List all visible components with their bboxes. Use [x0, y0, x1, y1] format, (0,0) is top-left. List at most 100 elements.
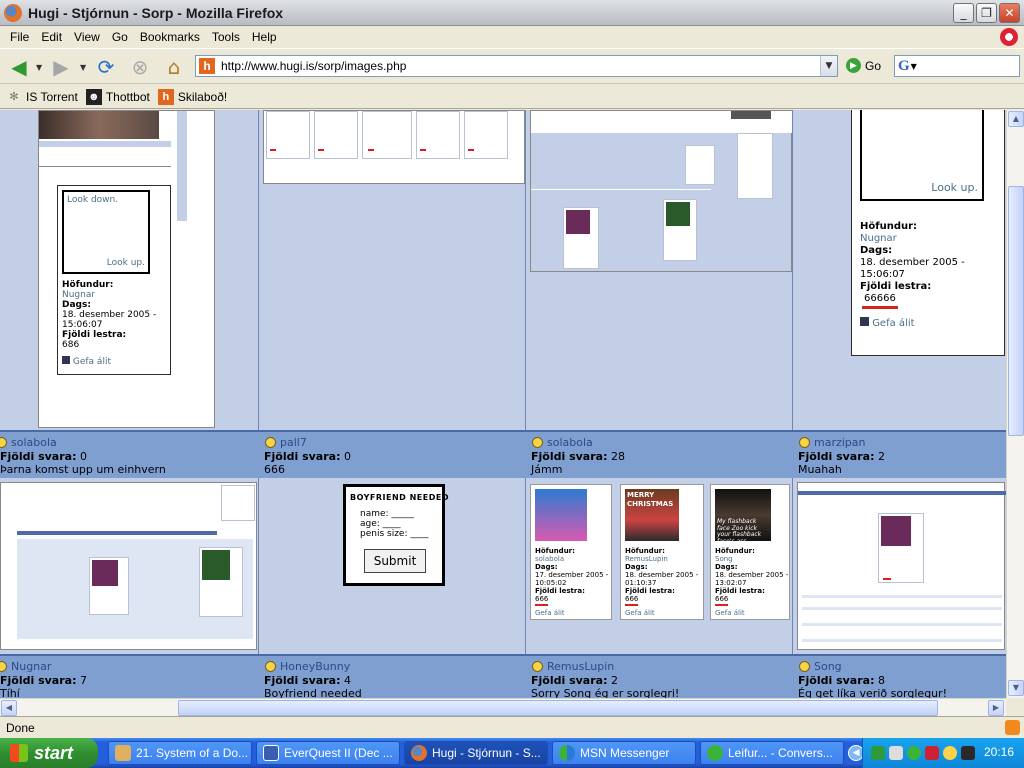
post-author[interactable]: Song: [814, 660, 842, 673]
torrent-icon: ✻: [9, 90, 19, 103]
santa-image: [535, 489, 587, 541]
user-smiley-icon: [799, 661, 810, 672]
menu-edit[interactable]: Edit: [35, 30, 68, 44]
menu-help[interactable]: Help: [246, 30, 283, 44]
messenger-status-icon[interactable]: [943, 746, 957, 760]
post-info-strip: marzipan Fjöldi svara: 2 Muahah: [793, 430, 1006, 478]
image-card: Look down. Look up. Höfundur: Nugnar Dag…: [57, 185, 171, 375]
menu-bookmarks[interactable]: Bookmarks: [134, 30, 206, 44]
taskbar-item-firefox[interactable]: Hugi - Stjórnun - S...: [404, 741, 548, 765]
post-title[interactable]: Ég get líka verið sorglegur!: [798, 687, 947, 698]
display-icon[interactable]: [961, 746, 975, 760]
close-button[interactable]: ✕: [999, 3, 1020, 23]
reload-button[interactable]: ⟳: [92, 54, 120, 80]
post-info-strip: HoneyBunny Fjöldi svara: 4 Boyfriend nee…: [259, 654, 526, 698]
post-title[interactable]: Tíhí: [0, 687, 20, 698]
horizontal-scrollbar[interactable]: ◀ ▶: [0, 698, 1006, 716]
submit-image-button: Submit: [364, 549, 426, 573]
msn-tray-icon[interactable]: [907, 746, 921, 760]
image-cell-1[interactable]: Look down. Look up. Höfundur: Nugnar Dag…: [0, 110, 259, 430]
scroll-left-icon[interactable]: ◀: [1, 700, 17, 716]
windows-flag-icon: [10, 744, 28, 762]
screenshot-thumbnail: Höfundur: solabola Dags: 17. desember 20…: [530, 484, 792, 626]
google-search-icon[interactable]: G: [898, 58, 910, 75]
back-history-dropdown-icon[interactable]: ▼: [36, 63, 42, 72]
post-title[interactable]: Þarna komst upp um einhvern: [0, 463, 166, 476]
forward-history-dropdown-icon[interactable]: ▼: [80, 63, 86, 72]
url-text[interactable]: http://www.hugi.is/sorp/images.php: [221, 59, 820, 73]
start-button[interactable]: start: [0, 738, 98, 768]
post-author[interactable]: solabola: [11, 436, 57, 449]
post-author[interactable]: pall7: [280, 436, 307, 449]
taskbar-item-conversation[interactable]: Leifur... - Convers...: [700, 741, 844, 765]
taskbar-item-msn[interactable]: MSN Messenger: [552, 741, 696, 765]
post-title[interactable]: Sorry Song ég er sorglegri!: [531, 687, 679, 698]
author-link[interactable]: Nugnar: [860, 233, 897, 246]
comment-link[interactable]: Gefa álit: [860, 317, 915, 331]
user-smiley-icon: [532, 661, 543, 672]
go-arrow-icon: ▶: [846, 58, 861, 73]
user-smiley-icon: [265, 661, 276, 672]
firefox-icon: [411, 745, 427, 761]
stop-button[interactable]: ⊗: [126, 54, 154, 80]
bookmark-thottbot[interactable]: ☻ Thottbot: [85, 88, 150, 105]
screenshot-thumbnail: Look down. Look up. Höfundur: Nugnar Dag…: [38, 110, 215, 428]
stop-icon: ⊗: [131, 55, 149, 79]
image-cell-7[interactable]: Höfundur: solabola Dags: 17. desember 20…: [526, 478, 793, 654]
rss-feed-icon[interactable]: [1005, 720, 1020, 735]
comment-link[interactable]: Gefa álit: [62, 356, 111, 368]
image-cell-6[interactable]: BOYFRIEND NEEDED name: _____ age: ____ p…: [259, 478, 526, 654]
post-info-strip: RemusLupin Fjöldi svara: 2 Sorry Song ég…: [526, 654, 793, 698]
image-cell-8[interactable]: [793, 478, 1006, 654]
post-title[interactable]: Boyfriend needed: [264, 687, 362, 698]
maximize-button[interactable]: ❐: [976, 3, 997, 23]
search-input[interactable]: G ▼: [894, 55, 1020, 77]
post-author[interactable]: Nugnar: [11, 660, 51, 673]
image-cell-3[interactable]: [526, 110, 793, 430]
firefox-logo-icon: [4, 3, 22, 22]
look-down-image: Look down. Look up.: [62, 190, 150, 274]
user-smiley-icon: [0, 437, 7, 448]
back-button[interactable]: ◀: [4, 54, 34, 80]
image-card: MERRY CHRISTMAS Höfundur: RemusLupin Dag…: [620, 484, 704, 620]
menu-tools[interactable]: Tools: [206, 30, 246, 44]
volume-icon[interactable]: [889, 746, 903, 760]
menu-view[interactable]: View: [68, 30, 106, 44]
bookmark-is-torrent[interactable]: ✻ IS Torrent: [6, 89, 77, 105]
antivirus-icon[interactable]: [925, 746, 939, 760]
scroll-down-icon[interactable]: ▼: [1008, 680, 1024, 696]
url-bar[interactable]: h http://www.hugi.is/sorp/images.php ▼: [195, 55, 838, 77]
bookmark-skilabod[interactable]: h Skilaboð!: [157, 88, 227, 105]
vertical-scroll-thumb[interactable]: [1008, 186, 1024, 436]
menu-go[interactable]: Go: [106, 30, 134, 44]
scroll-up-icon[interactable]: ▲: [1008, 111, 1024, 127]
post-author[interactable]: marzipan: [814, 436, 866, 449]
url-dropdown-icon[interactable]: ▼: [820, 56, 837, 76]
go-button[interactable]: ▶ Go: [846, 58, 881, 73]
read-count: 66666: [862, 293, 898, 309]
post-author[interactable]: solabola: [547, 436, 593, 449]
image-card: My flashback face Zoo kick your flashbac…: [710, 484, 790, 620]
post-title[interactable]: 666: [264, 463, 285, 476]
vertical-scrollbar[interactable]: ▲ ▼: [1006, 110, 1024, 698]
post-info-strip: solabola Fjöldi svara: 0 Þarna komst upp…: [0, 430, 259, 478]
post-author[interactable]: HoneyBunny: [280, 660, 350, 673]
minimize-button[interactable]: _: [953, 3, 974, 23]
image-cell-5[interactable]: [0, 478, 259, 654]
network-icon[interactable]: [871, 746, 885, 760]
scroll-right-icon[interactable]: ▶: [988, 700, 1004, 716]
taskbar-item-everquest[interactable]: EverQuest II (Dec ...: [256, 741, 400, 765]
post-title[interactable]: Jámm: [531, 463, 562, 476]
forward-button[interactable]: ▶: [46, 54, 76, 80]
home-button[interactable]: ⌂: [160, 54, 188, 80]
post-author[interactable]: RemusLupin: [547, 660, 614, 673]
home-icon: ⌂: [167, 55, 181, 79]
search-engine-dropdown-icon[interactable]: ▼: [911, 62, 917, 71]
taskbar-item-winamp[interactable]: 21. System of a Do...: [108, 741, 252, 765]
post-title[interactable]: Muahah: [798, 463, 842, 476]
msn-messenger-icon: [559, 745, 575, 761]
image-cell-2[interactable]: [259, 110, 526, 430]
menu-file[interactable]: File: [4, 30, 35, 44]
horizontal-scroll-thumb[interactable]: [178, 700, 938, 716]
image-cell-4[interactable]: Look up. Höfundur: Nugnar Dags: 18. dese…: [793, 110, 1006, 430]
